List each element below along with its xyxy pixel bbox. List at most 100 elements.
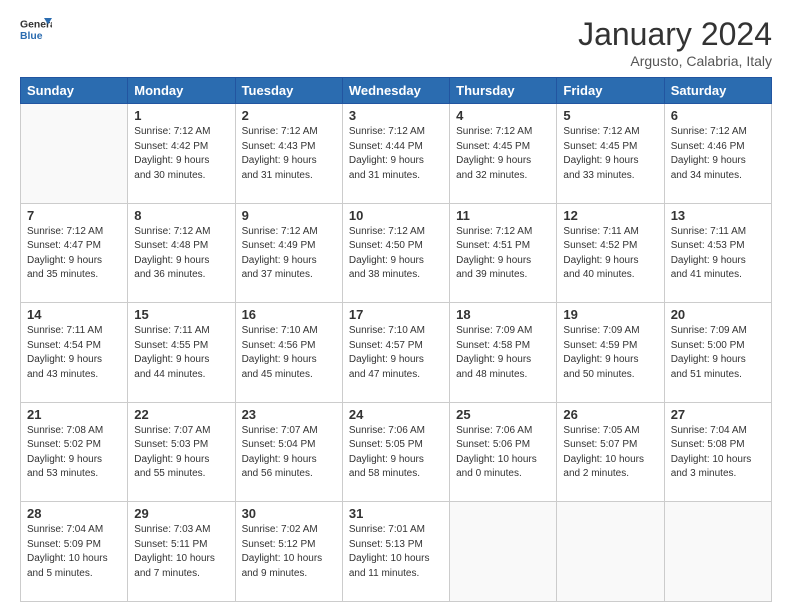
day-info: Sunrise: 7:10 AM Sunset: 4:57 PM Dayligh… <box>349 324 443 382</box>
day-number: 26 <box>563 407 657 422</box>
calendar-week-row: 7Sunrise: 7:12 AM Sunset: 4:47 PM Daylig… <box>21 203 772 303</box>
day-number: 29 <box>134 506 228 521</box>
table-row <box>450 502 557 602</box>
main-title: January 2024 <box>578 16 772 53</box>
table-row: 5 Sunrise: 7:12 AM Sunset: 4:45 PM Daylig… <box>557 104 664 204</box>
day-number: 24 <box>349 407 443 422</box>
day-info: Sunrise: 7:07 AM Sunset: 5:03 PM Dayligh… <box>134 424 228 482</box>
table-row: 22 Sunrise: 7:07 AM Sunset: 5:03 PM Dayli… <box>128 402 235 502</box>
day-info: Sunrise: 7:12 AM Sunset: 4:42 PM Dayligh… <box>134 125 228 183</box>
day-info: Sunrise: 7:06 AM Sunset: 5:05 PM Dayligh… <box>349 424 443 482</box>
day-info: Sunrise: 7:12 AM Sunset: 4:46 PM Dayligh… <box>671 125 765 183</box>
col-wednesday: Wednesday <box>342 78 449 104</box>
table-row: 3 Sunrise: 7:12 AM Sunset: 4:44 PM Daylig… <box>342 104 449 204</box>
table-row: 29 Sunrise: 7:03 AM Sunset: 5:11 PM Dayli… <box>128 502 235 602</box>
day-info: Sunrise: 7:10 AM Sunset: 4:56 PM Dayligh… <box>242 324 336 382</box>
day-number: 4 <box>456 108 550 123</box>
col-thursday: Thursday <box>450 78 557 104</box>
day-info: Sunrise: 7:12 AM Sunset: 4:51 PM Dayligh… <box>456 225 550 283</box>
day-info: Sunrise: 7:12 AM Sunset: 4:45 PM Dayligh… <box>456 125 550 183</box>
day-info: Sunrise: 7:09 AM Sunset: 4:59 PM Dayligh… <box>563 324 657 382</box>
day-number: 5 <box>563 108 657 123</box>
calendar-week-row: 21Sunrise: 7:08 AM Sunset: 5:02 PM Dayli… <box>21 402 772 502</box>
logo: General Blue <box>20 16 52 44</box>
day-number: 31 <box>349 506 443 521</box>
day-info: Sunrise: 7:12 AM Sunset: 4:47 PM Dayligh… <box>27 225 121 283</box>
day-info: Sunrise: 7:12 AM Sunset: 4:48 PM Dayligh… <box>134 225 228 283</box>
day-number: 12 <box>563 208 657 223</box>
day-number: 17 <box>349 307 443 322</box>
subtitle: Argusto, Calabria, Italy <box>578 53 772 69</box>
table-row: 20Sunrise: 7:09 AM Sunset: 5:00 PM Dayli… <box>664 303 771 403</box>
day-info: Sunrise: 7:04 AM Sunset: 5:09 PM Dayligh… <box>27 523 121 581</box>
day-info: Sunrise: 7:12 AM Sunset: 4:50 PM Dayligh… <box>349 225 443 283</box>
day-info: Sunrise: 7:11 AM Sunset: 4:53 PM Dayligh… <box>671 225 765 283</box>
day-info: Sunrise: 7:03 AM Sunset: 5:11 PM Dayligh… <box>134 523 228 581</box>
calendar-week-row: 1Sunrise: 7:12 AM Sunset: 4:42 PM Daylig… <box>21 104 772 204</box>
table-row: 30Sunrise: 7:02 AM Sunset: 5:12 PM Dayli… <box>235 502 342 602</box>
day-number: 30 <box>242 506 336 521</box>
table-row: 12 Sunrise: 7:11 AM Sunset: 4:52 PM Dayli… <box>557 203 664 303</box>
day-number: 25 <box>456 407 550 422</box>
table-row: 19 Sunrise: 7:09 AM Sunset: 4:59 PM Dayli… <box>557 303 664 403</box>
day-number: 28 <box>27 506 121 521</box>
day-info: Sunrise: 7:09 AM Sunset: 4:58 PM Dayligh… <box>456 324 550 382</box>
day-number: 3 <box>349 108 443 123</box>
day-info: Sunrise: 7:04 AM Sunset: 5:08 PM Dayligh… <box>671 424 765 482</box>
table-row: 4 Sunrise: 7:12 AM Sunset: 4:45 PM Daylig… <box>450 104 557 204</box>
day-number: 16 <box>242 307 336 322</box>
table-row: 16 Sunrise: 7:10 AM Sunset: 4:56 PM Dayli… <box>235 303 342 403</box>
table-row: 24 Sunrise: 7:06 AM Sunset: 5:05 PM Dayli… <box>342 402 449 502</box>
col-saturday: Saturday <box>664 78 771 104</box>
calendar-week-row: 14 Sunrise: 7:11 AM Sunset: 4:54 PM Dayli… <box>21 303 772 403</box>
day-info: Sunrise: 7:05 AM Sunset: 5:07 PM Dayligh… <box>563 424 657 482</box>
day-info: Sunrise: 7:11 AM Sunset: 4:54 PM Dayligh… <box>27 324 121 382</box>
table-row: 13 Sunrise: 7:11 AM Sunset: 4:53 PM Dayli… <box>664 203 771 303</box>
table-row: 21Sunrise: 7:08 AM Sunset: 5:02 PM Dayli… <box>21 402 128 502</box>
day-info: Sunrise: 7:09 AM Sunset: 5:00 PM Dayligh… <box>671 324 765 382</box>
page: General Blue January 2024 Argusto, Calab… <box>0 0 792 612</box>
day-number: 18 <box>456 307 550 322</box>
col-sunday: Sunday <box>21 78 128 104</box>
table-row: 28 Sunrise: 7:04 AM Sunset: 5:09 PM Dayli… <box>21 502 128 602</box>
day-info: Sunrise: 7:11 AM Sunset: 4:52 PM Dayligh… <box>563 225 657 283</box>
table-row: 17 Sunrise: 7:10 AM Sunset: 4:57 PM Dayli… <box>342 303 449 403</box>
col-friday: Friday <box>557 78 664 104</box>
title-block: January 2024 Argusto, Calabria, Italy <box>578 16 772 69</box>
day-number: 11 <box>456 208 550 223</box>
day-number: 2 <box>242 108 336 123</box>
day-info: Sunrise: 7:12 AM Sunset: 4:44 PM Dayligh… <box>349 125 443 183</box>
day-info: Sunrise: 7:07 AM Sunset: 5:04 PM Dayligh… <box>242 424 336 482</box>
day-number: 14 <box>27 307 121 322</box>
day-info: Sunrise: 7:01 AM Sunset: 5:13 PM Dayligh… <box>349 523 443 581</box>
day-info: Sunrise: 7:12 AM Sunset: 4:49 PM Dayligh… <box>242 225 336 283</box>
table-row: 9 Sunrise: 7:12 AM Sunset: 4:49 PM Daylig… <box>235 203 342 303</box>
day-number: 22 <box>134 407 228 422</box>
day-info: Sunrise: 7:12 AM Sunset: 4:45 PM Dayligh… <box>563 125 657 183</box>
table-row: 8 Sunrise: 7:12 AM Sunset: 4:48 PM Daylig… <box>128 203 235 303</box>
table-row: 2Sunrise: 7:12 AM Sunset: 4:43 PM Daylig… <box>235 104 342 204</box>
table-row: 18 Sunrise: 7:09 AM Sunset: 4:58 PM Dayli… <box>450 303 557 403</box>
day-number: 6 <box>671 108 765 123</box>
table-row: 10Sunrise: 7:12 AM Sunset: 4:50 PM Dayli… <box>342 203 449 303</box>
table-row: 26 Sunrise: 7:05 AM Sunset: 5:07 PM Dayli… <box>557 402 664 502</box>
table-row: 25Sunrise: 7:06 AM Sunset: 5:06 PM Dayli… <box>450 402 557 502</box>
day-number: 27 <box>671 407 765 422</box>
day-number: 8 <box>134 208 228 223</box>
table-row: 11 Sunrise: 7:12 AM Sunset: 4:51 PM Dayli… <box>450 203 557 303</box>
table-row: 1Sunrise: 7:12 AM Sunset: 4:42 PM Daylig… <box>128 104 235 204</box>
day-number: 23 <box>242 407 336 422</box>
table-row: 27 Sunrise: 7:04 AM Sunset: 5:08 PM Dayli… <box>664 402 771 502</box>
day-number: 19 <box>563 307 657 322</box>
day-number: 9 <box>242 208 336 223</box>
table-row <box>21 104 128 204</box>
col-tuesday: Tuesday <box>235 78 342 104</box>
table-row: 7Sunrise: 7:12 AM Sunset: 4:47 PM Daylig… <box>21 203 128 303</box>
table-row: 6 Sunrise: 7:12 AM Sunset: 4:46 PM Daylig… <box>664 104 771 204</box>
table-row: 23 Sunrise: 7:07 AM Sunset: 5:04 PM Dayli… <box>235 402 342 502</box>
table-row: 31 Sunrise: 7:01 AM Sunset: 5:13 PM Dayli… <box>342 502 449 602</box>
day-number: 21 <box>27 407 121 422</box>
day-number: 13 <box>671 208 765 223</box>
day-info: Sunrise: 7:11 AM Sunset: 4:55 PM Dayligh… <box>134 324 228 382</box>
day-number: 15 <box>134 307 228 322</box>
